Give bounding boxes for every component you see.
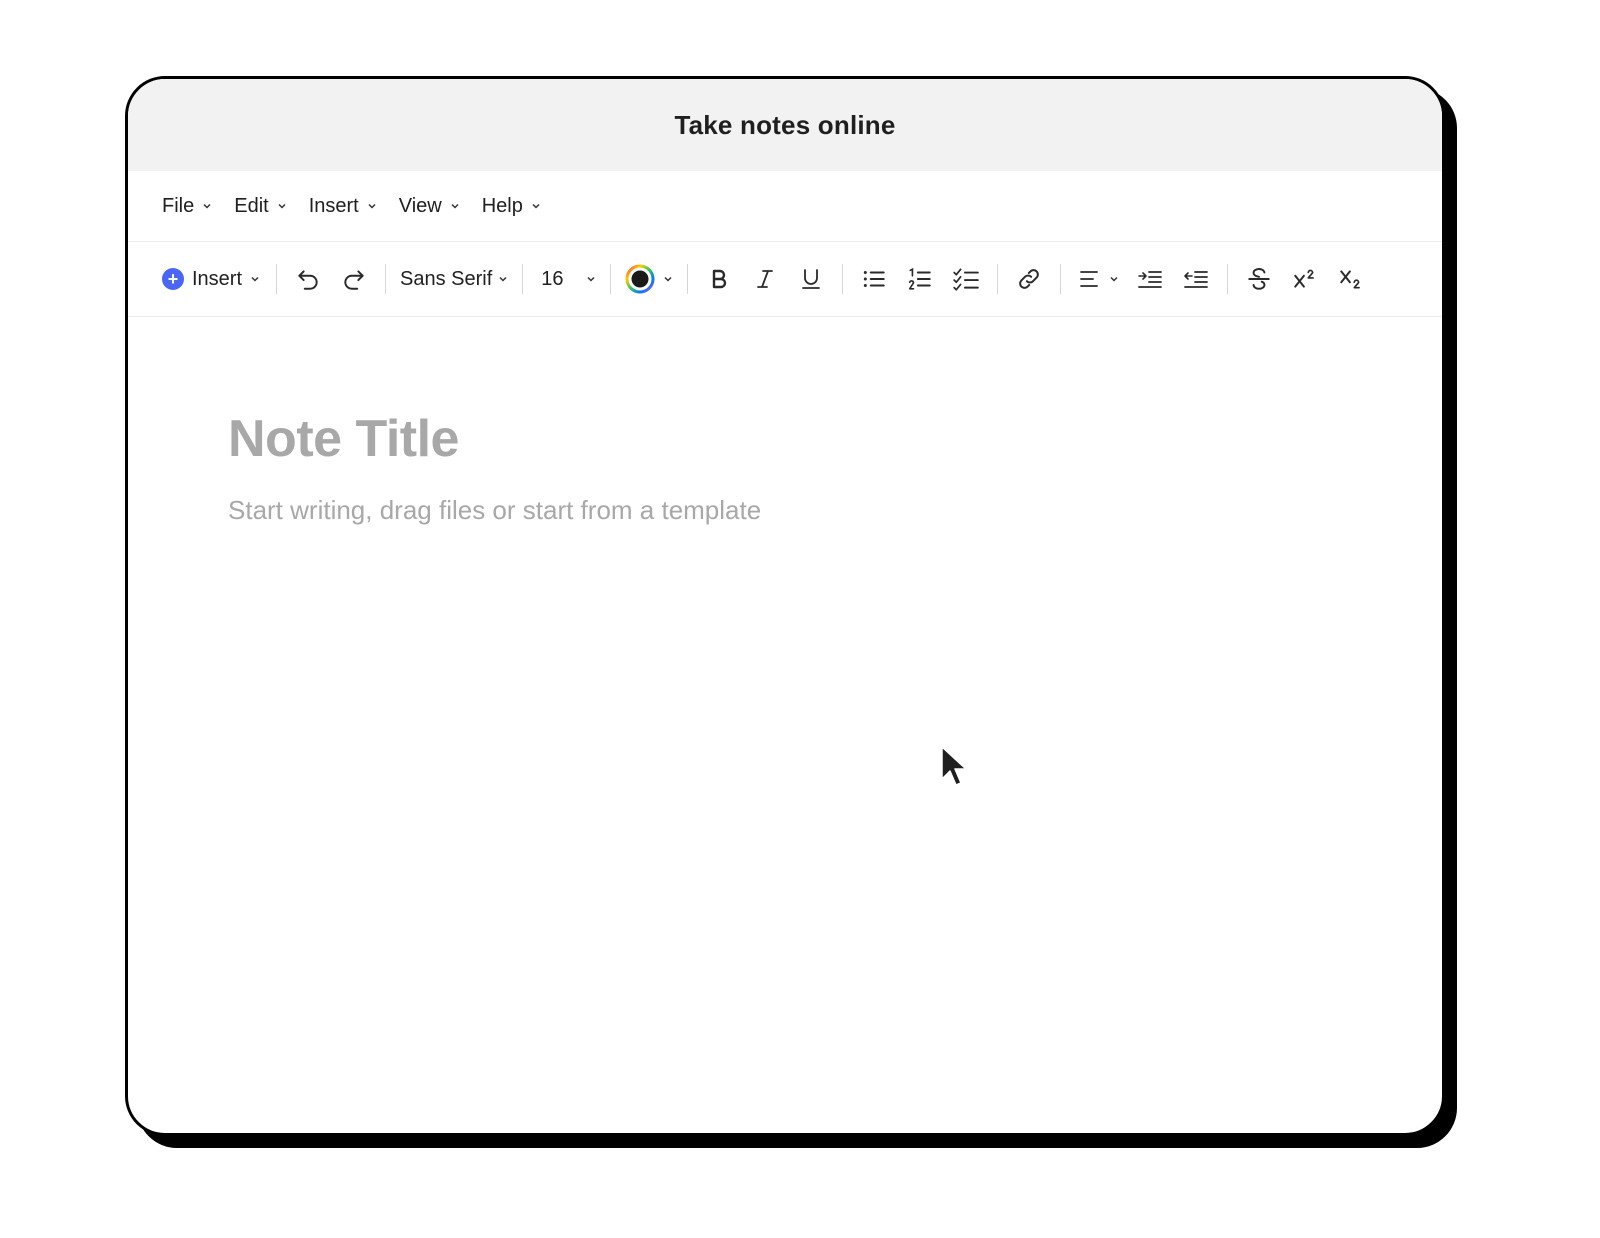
toolbar-divider: [1059, 264, 1061, 294]
underline-icon: [801, 269, 820, 289]
undo-button[interactable]: [285, 259, 331, 299]
chevron-down-icon: [1110, 276, 1118, 282]
note-editor[interactable]: Note Title Start writing, drag files or …: [128, 317, 1442, 786]
window-title: Take notes online: [674, 109, 896, 140]
indent-button[interactable]: [1127, 259, 1173, 299]
link-icon: [1018, 269, 1039, 289]
toolbar-divider: [841, 264, 843, 294]
menu-view-label: View: [398, 194, 442, 217]
menu-help-label: Help: [481, 194, 523, 217]
numbered-list-button[interactable]: [897, 259, 943, 299]
font-size-value: 16: [541, 267, 564, 290]
indent-icon: [1137, 271, 1162, 288]
chevron-down-icon: [664, 276, 672, 282]
menu-help[interactable]: Help: [482, 195, 541, 218]
checklist-icon: [952, 268, 979, 291]
outdent-icon: [1183, 271, 1208, 288]
menu-edit-label: Edit: [234, 194, 269, 217]
font-family-select[interactable]: Sans Serif: [394, 259, 514, 299]
checklist-button[interactable]: [943, 259, 989, 299]
menu-view[interactable]: View: [399, 195, 460, 218]
plus-icon: +: [162, 268, 184, 290]
text-color-picker[interactable]: [619, 259, 679, 299]
toolbar-divider: [276, 264, 278, 294]
editor-window: Take notes online File Edit Insert View …: [125, 76, 1445, 1136]
font-family-value: Sans Serif: [400, 267, 493, 290]
chevron-down-icon: [587, 276, 595, 282]
bullet-list-icon: [863, 270, 885, 288]
redo-button[interactable]: [331, 259, 377, 299]
menu-file[interactable]: File: [162, 195, 212, 218]
menu-bar: File Edit Insert View Help: [128, 171, 1442, 242]
font-size-select[interactable]: 16: [531, 259, 601, 299]
toolbar-divider: [1226, 264, 1228, 294]
numbered-list-icon: [908, 267, 931, 290]
subscript-button[interactable]: [1328, 259, 1374, 299]
align-select[interactable]: [1069, 259, 1127, 299]
chevron-down-icon: [499, 276, 507, 282]
toolbar-divider: [385, 264, 387, 294]
toolbar-divider: [522, 264, 524, 294]
underline-button[interactable]: [788, 259, 834, 299]
color-wheel-icon: [625, 264, 655, 294]
menu-insert-label: Insert: [308, 194, 359, 217]
formatting-toolbar: + Insert Sans Serif 16: [128, 242, 1442, 317]
menu-insert[interactable]: Insert: [309, 195, 377, 218]
chevron-down-icon: [532, 203, 540, 209]
chevron-down-icon: [251, 276, 259, 282]
bold-icon: [712, 269, 726, 289]
bold-button[interactable]: [696, 259, 742, 299]
superscript-icon: [1293, 269, 1314, 288]
menu-edit[interactable]: Edit: [234, 195, 286, 218]
link-button[interactable]: [1006, 259, 1052, 299]
chevron-down-icon: [451, 203, 459, 209]
mouse-pointer-icon: [941, 746, 967, 786]
insert-button-label: Insert: [192, 267, 243, 290]
align-left-icon: [1079, 271, 1098, 287]
italic-icon: [756, 270, 773, 288]
note-title-placeholder[interactable]: Note Title: [228, 409, 1442, 469]
chevron-down-icon: [203, 203, 211, 209]
superscript-button[interactable]: [1282, 259, 1328, 299]
toolbar-divider: [609, 264, 611, 294]
toolbar-divider: [686, 264, 688, 294]
toolbar-divider: [996, 264, 998, 294]
chevron-down-icon: [278, 203, 286, 209]
subscript-icon: [1339, 270, 1360, 289]
strikethrough-icon: [1247, 268, 1270, 290]
undo-icon: [298, 270, 318, 290]
redo-icon: [344, 270, 364, 290]
insert-button[interactable]: + Insert: [160, 259, 268, 299]
strikethrough-button[interactable]: [1236, 259, 1282, 299]
note-body-placeholder[interactable]: Start writing, drag files or start from …: [228, 495, 1442, 526]
menu-file-label: File: [162, 194, 195, 217]
italic-button[interactable]: [742, 259, 788, 299]
title-bar: Take notes online: [128, 79, 1442, 171]
outdent-button[interactable]: [1173, 259, 1219, 299]
bullet-list-button[interactable]: [851, 259, 897, 299]
chevron-down-icon: [368, 203, 376, 209]
